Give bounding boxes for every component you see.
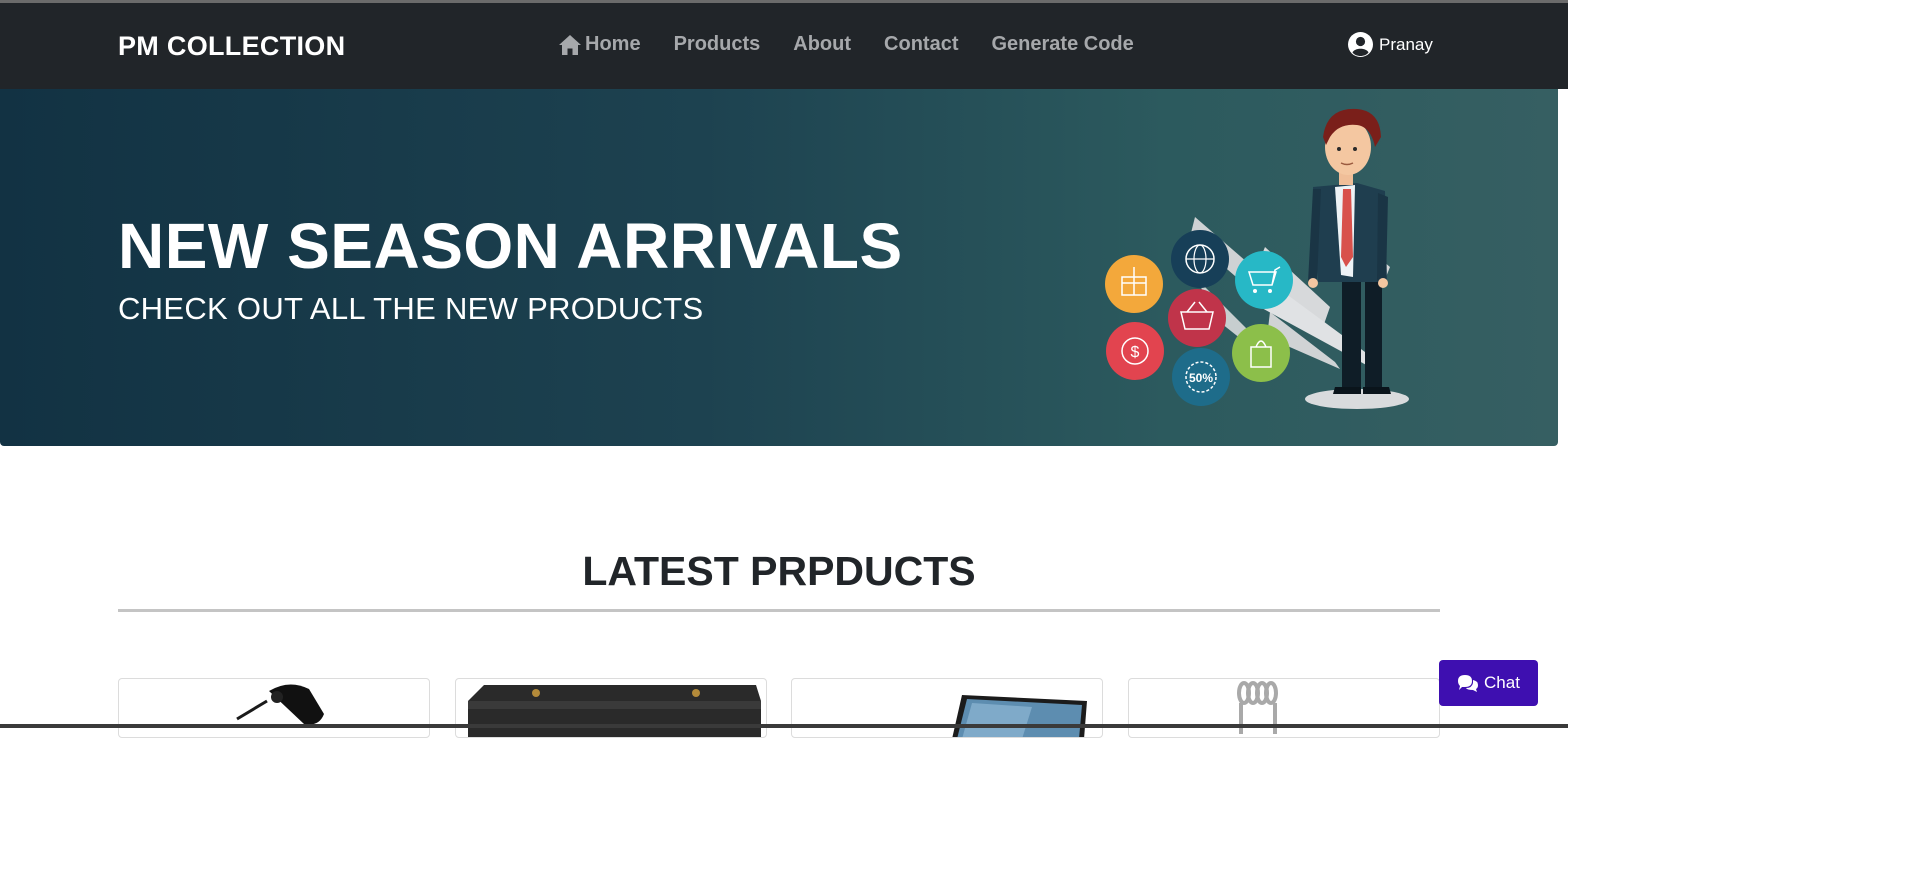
nav-item-contact[interactable]: Contact (884, 33, 958, 56)
navbar: PM COLLECTION Home Products About Contac… (0, 3, 1568, 89)
product-card[interactable] (118, 678, 430, 738)
brand-logo[interactable]: PM COLLECTION (118, 31, 345, 62)
spring-image (1237, 681, 1278, 734)
home-icon (559, 34, 581, 55)
nav-item-about[interactable]: About (793, 33, 851, 56)
nav-item-home[interactable]: Home (558, 33, 641, 56)
product-card[interactable] (1128, 678, 1440, 738)
battery-image (468, 685, 761, 737)
hero-badge-text: 50% (1189, 371, 1213, 385)
user-name: Pranay (1379, 34, 1433, 54)
hero-subtitle: CHECK OUT ALL THE NEW PRODUCTS (118, 291, 704, 326)
lamp-image (236, 684, 324, 725)
user-menu[interactable]: Pranay (1348, 32, 1433, 57)
latest-products-title: LATEST PRPDUCTS (582, 548, 976, 594)
nav-item-label: Home (585, 33, 641, 55)
shopping-illustration: $ 50% (1105, 108, 1409, 409)
nav-links: Home Products About Contact Generate Cod… (558, 33, 1167, 56)
nav-item-label: Contact (884, 33, 959, 55)
laptop-image (952, 695, 1087, 737)
nav-item-label: Generate Code (991, 33, 1134, 55)
hero-title: NEW SEASON ARRIVALS (118, 210, 903, 282)
chat-button-label: Chat (1484, 673, 1520, 692)
nav-item-label: About (793, 33, 852, 55)
chat-button[interactable]: Chat (1439, 660, 1538, 706)
nav-item-products[interactable]: Products (674, 33, 761, 56)
product-card[interactable] (791, 678, 1103, 738)
section-divider (118, 609, 1440, 612)
window-bottom-border (0, 724, 1568, 728)
svg-text:$: $ (1131, 344, 1140, 361)
user-circle-icon (1348, 32, 1373, 57)
nav-item-label: Products (673, 33, 761, 55)
product-card[interactable] (455, 678, 767, 738)
hero-banner: NEW SEASON ARRIVALS CHECK OUT ALL THE NE… (0, 89, 1558, 446)
chat-icon (1458, 675, 1479, 692)
nav-item-generate-code[interactable]: Generate Code (991, 33, 1133, 56)
